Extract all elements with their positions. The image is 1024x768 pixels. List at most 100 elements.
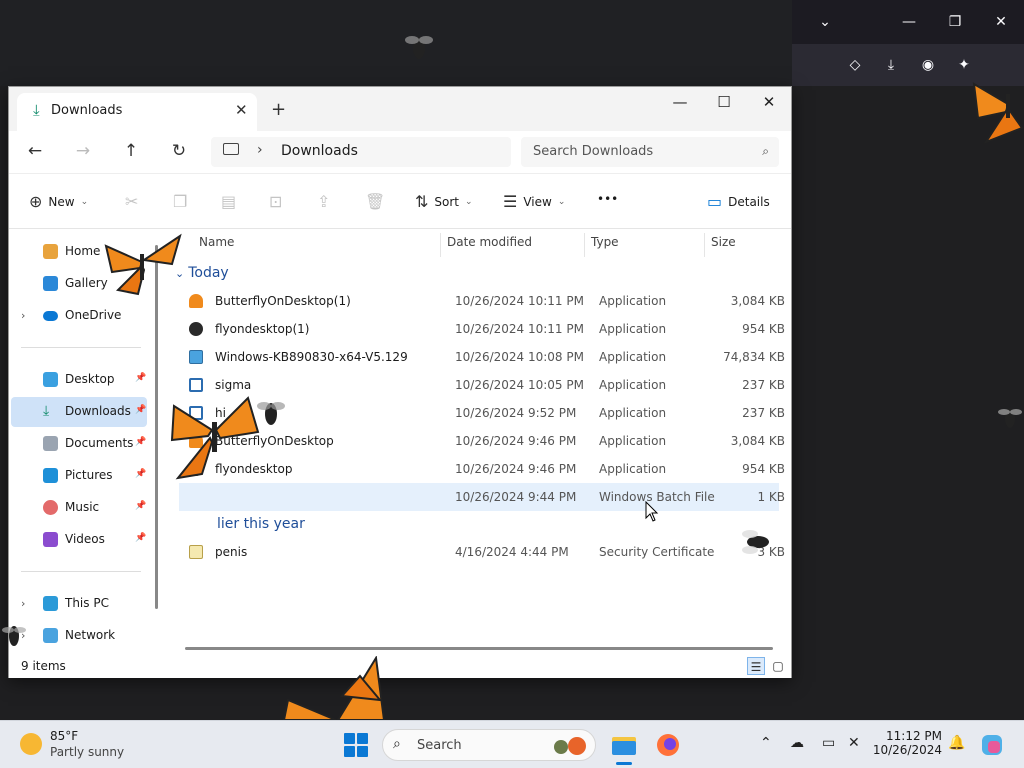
rename-button[interactable]: ⊡ (269, 192, 282, 211)
new-label: New (48, 194, 75, 209)
browser-restore-button[interactable]: ❐ (944, 11, 966, 33)
file-name: flyondesktop(1) (215, 322, 310, 336)
certificate-icon (189, 545, 203, 559)
details-pane-button[interactable]: ▭ Details (707, 192, 770, 211)
taskbar-search[interactable]: ⌕ Search (382, 729, 596, 761)
group-header-earlier[interactable]: lier this year (217, 516, 305, 532)
sidebar-item-downloads[interactable]: ⤓ Downloads 📌 (11, 397, 147, 427)
delete-button[interactable]: 🗑 (365, 192, 385, 211)
chevron-right-icon[interactable]: › (21, 309, 25, 322)
tab-downloads[interactable]: ⤓ Downloads ✕ (17, 93, 257, 131)
sidebar-divider (21, 571, 141, 572)
table-row[interactable]: flyondesktop 10/26/2024 9:46 PM Applicat… (179, 455, 785, 483)
sort-button[interactable]: ⇅ Sort ⌄ (415, 192, 473, 211)
up-button[interactable]: ↑ (119, 141, 143, 161)
sidebar-item-music[interactable]: Music 📌 (11, 493, 147, 523)
close-tab-icon[interactable]: ✕ (235, 101, 248, 119)
paste-icon: ▤ (221, 192, 237, 211)
sidebar-item-this-pc[interactable]: › This PC (11, 589, 147, 619)
browser-close-button[interactable]: ✕ (990, 11, 1012, 33)
copy-button[interactable]: ❐ (173, 192, 187, 211)
search-input[interactable]: Search Downloads ⌕ (521, 137, 779, 167)
copilot-icon[interactable] (980, 733, 1004, 757)
column-header-date[interactable]: Date modified (447, 235, 532, 249)
horizontal-scrollbar[interactable] (185, 647, 773, 650)
firefox-taskbar-button[interactable] (652, 729, 684, 761)
file-explorer-taskbar-button[interactable] (608, 729, 640, 765)
details-view-icon[interactable]: ☰ (747, 657, 765, 675)
chevron-up-icon[interactable]: ⌃ (760, 735, 772, 751)
file-size: 1 KB (757, 490, 785, 504)
table-row[interactable]: ButterflyOnDesktop(1) 10/26/2024 10:11 P… (179, 287, 785, 315)
new-tab-button[interactable]: + (271, 99, 286, 120)
column-header-type[interactable]: Type (591, 235, 619, 249)
item-count: 9 items (21, 659, 66, 673)
paste-button[interactable]: ▤ (221, 192, 236, 211)
file-size: 954 KB (742, 322, 785, 336)
clock-date: 10/26/2024 (872, 743, 942, 757)
sidebar-item-pictures[interactable]: Pictures 📌 (11, 461, 147, 491)
account-icon[interactable]: ◉ (917, 54, 939, 76)
volume-muted-icon[interactable]: ✕ (848, 735, 860, 751)
file-name: penis (215, 545, 248, 559)
tiles-view-icon[interactable]: ▢ (769, 657, 787, 675)
refresh-button[interactable]: ↻ (167, 141, 191, 161)
browser-minimize-button[interactable]: — (898, 11, 920, 33)
breadcrumb[interactable]: › Downloads (211, 137, 511, 167)
onedrive-offline-icon[interactable]: ☁ (790, 735, 804, 751)
sidebar-item-desktop[interactable]: Desktop 📌 (11, 365, 147, 395)
weather-temp: 85°F (50, 729, 79, 743)
chevron-down-icon[interactable]: ⌄ (814, 11, 836, 33)
column-divider[interactable] (440, 233, 441, 257)
minimize-button[interactable]: — (665, 93, 695, 111)
table-row[interactable]: flyondesktop(1) 10/26/2024 10:11 PM Appl… (179, 315, 785, 343)
cut-button[interactable]: ✂ (125, 192, 138, 211)
pin-icon: 📌 (135, 469, 147, 479)
table-row[interactable]: penis 4/16/2024 4:44 PM Security Certifi… (179, 538, 785, 566)
file-type: Application (599, 462, 667, 476)
breadcrumb-separator[interactable]: › (257, 142, 263, 158)
start-button[interactable] (344, 733, 368, 757)
view-button[interactable]: ☰ View ⌄ (503, 192, 565, 211)
pin-icon: 📌 (135, 437, 147, 447)
sidebar-item-network[interactable]: › Network (11, 621, 147, 651)
share-icon: ⇪ (317, 192, 331, 211)
pin-icon: 📌 (135, 533, 147, 543)
scissors-icon: ✂ (125, 192, 139, 211)
forward-button[interactable]: → (71, 141, 95, 161)
more-options-button[interactable]: ••• (597, 192, 618, 206)
sidebar-item-onedrive[interactable]: › OneDrive (11, 301, 147, 331)
table-row[interactable]: Windows-KB890830-x64-V5.129 10/26/2024 1… (179, 343, 785, 371)
pocket-icon[interactable]: ◇ (844, 54, 866, 76)
chevron-right-icon[interactable]: › (21, 597, 25, 610)
download-icon[interactable]: ⤓ (880, 54, 902, 76)
column-divider[interactable] (704, 233, 705, 257)
documents-icon (43, 436, 58, 451)
sort-icon: ⇅ (415, 192, 429, 211)
file-name: ButterflyOnDesktop(1) (215, 294, 351, 308)
new-button[interactable]: ⊕ New ⌄ (29, 192, 88, 211)
sidebar-item-documents[interactable]: Documents 📌 (11, 429, 147, 459)
sidebar-item-videos[interactable]: Videos 📌 (11, 525, 147, 555)
bell-icon[interactable]: 🔔 (948, 735, 965, 751)
column-header-size[interactable]: Size (711, 235, 736, 249)
windows-logo-tile (344, 733, 355, 744)
copy-icon: ❐ (173, 192, 188, 211)
table-row[interactable]: 10/26/2024 9:44 PM Windows Batch File 1 … (179, 483, 785, 511)
clock[interactable]: 11:12 PM 10/26/2024 (872, 729, 942, 757)
file-type: Application (599, 434, 667, 448)
column-divider[interactable] (584, 233, 585, 257)
back-button[interactable]: ← (23, 141, 47, 161)
close-button[interactable]: ✕ (754, 93, 784, 111)
sidebar-item-label: Network (65, 628, 116, 642)
file-date: 10/26/2024 10:11 PM (455, 322, 584, 336)
view-icon: ☰ (503, 192, 518, 211)
windows-logo-tile (344, 746, 355, 757)
breadcrumb-current[interactable]: Downloads (281, 143, 358, 159)
maximize-button[interactable]: ☐ (709, 93, 739, 111)
file-explorer-window: ⤓ Downloads ✕ + — ☐ ✕ ← → ↑ ↻ › Download… (8, 86, 792, 678)
fly-icon (405, 36, 433, 59)
network-icon[interactable]: ▭ (822, 735, 835, 751)
share-button[interactable]: ⇪ (317, 192, 330, 211)
column-header-name[interactable]: Name (199, 235, 234, 249)
